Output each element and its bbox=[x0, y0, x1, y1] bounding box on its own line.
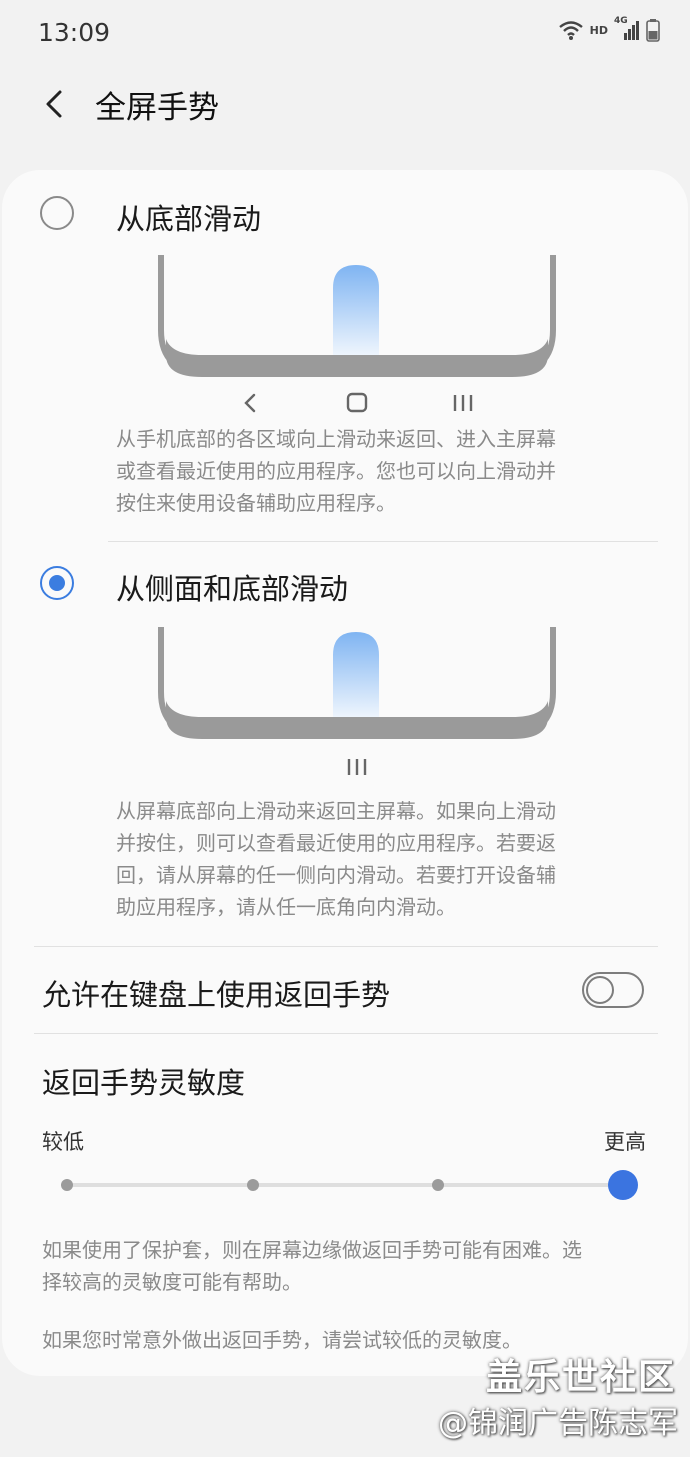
radio-swipe-from-sides-and-bottom[interactable] bbox=[40, 566, 74, 600]
toggle-knob bbox=[586, 976, 614, 1004]
divider bbox=[34, 946, 658, 947]
slider-tick bbox=[61, 1179, 73, 1191]
sensitivity-note-accidental: 如果您时常意外做出返回手势，请尝试较低的灵敏度。 bbox=[42, 1328, 522, 1352]
watermark-community: 盖乐世社区 bbox=[485, 1357, 676, 1398]
wifi-icon bbox=[558, 19, 584, 41]
watermark-author: @锦润广告陈志军 bbox=[438, 1406, 678, 1441]
radio-swipe-from-bottom[interactable] bbox=[40, 196, 74, 230]
sensitivity-note-case: 如果使用了保护套，则在屏幕边缘做返回手势可能有困难。选 择较高的灵敏度可能有帮助… bbox=[42, 1238, 582, 1294]
swipe-sides-illustration bbox=[158, 627, 556, 775]
settings-card: 从底部滑动 从手机底部的各区域向上滑动来返回、进入主屏幕 或查看最近使用的应用程… bbox=[2, 170, 688, 1376]
slider-tick bbox=[432, 1179, 444, 1191]
signal-icon: 4G bbox=[614, 16, 640, 42]
option-label: 从侧面和底部滑动 bbox=[116, 572, 349, 606]
option-description: 从屏幕底部向上滑动来返回主屏幕。如果向上滑动 并按住，则可以查看最近使用的应用程… bbox=[116, 799, 556, 919]
slider-tick bbox=[247, 1179, 259, 1191]
sensitivity-title: 返回手势灵敏度 bbox=[42, 1066, 246, 1100]
battery-icon bbox=[646, 18, 660, 42]
app-bar: 全屏手势 bbox=[0, 70, 690, 140]
option-label: 从底部滑动 bbox=[116, 202, 262, 236]
keyboard-back-gesture-toggle[interactable] bbox=[582, 972, 644, 1008]
status-time: 13:09 bbox=[38, 18, 111, 47]
divider bbox=[108, 541, 658, 542]
hd-indicator: HD bbox=[589, 23, 608, 37]
swipe-bottom-illustration bbox=[158, 255, 556, 413]
sensitivity-slider[interactable] bbox=[57, 1170, 638, 1200]
status-icons: HD 4G bbox=[558, 16, 660, 42]
sensitivity-low-label: 较低 bbox=[42, 1130, 84, 1154]
sensitivity-high-label: 更高 bbox=[604, 1130, 646, 1154]
slider-thumb[interactable] bbox=[608, 1170, 638, 1200]
back-arrow-icon[interactable] bbox=[38, 84, 72, 124]
slider-track bbox=[69, 1183, 625, 1187]
keyboard-back-gesture-label: 允许在键盘上使用返回手势 bbox=[42, 978, 391, 1012]
page-title: 全屏手势 bbox=[95, 90, 219, 126]
divider bbox=[34, 1033, 658, 1034]
option-description: 从手机底部的各区域向上滑动来返回、进入主屏幕 或查看最近使用的应用程序。您也可以… bbox=[116, 427, 556, 515]
status-bar: 13:09 HD 4G bbox=[0, 0, 690, 66]
